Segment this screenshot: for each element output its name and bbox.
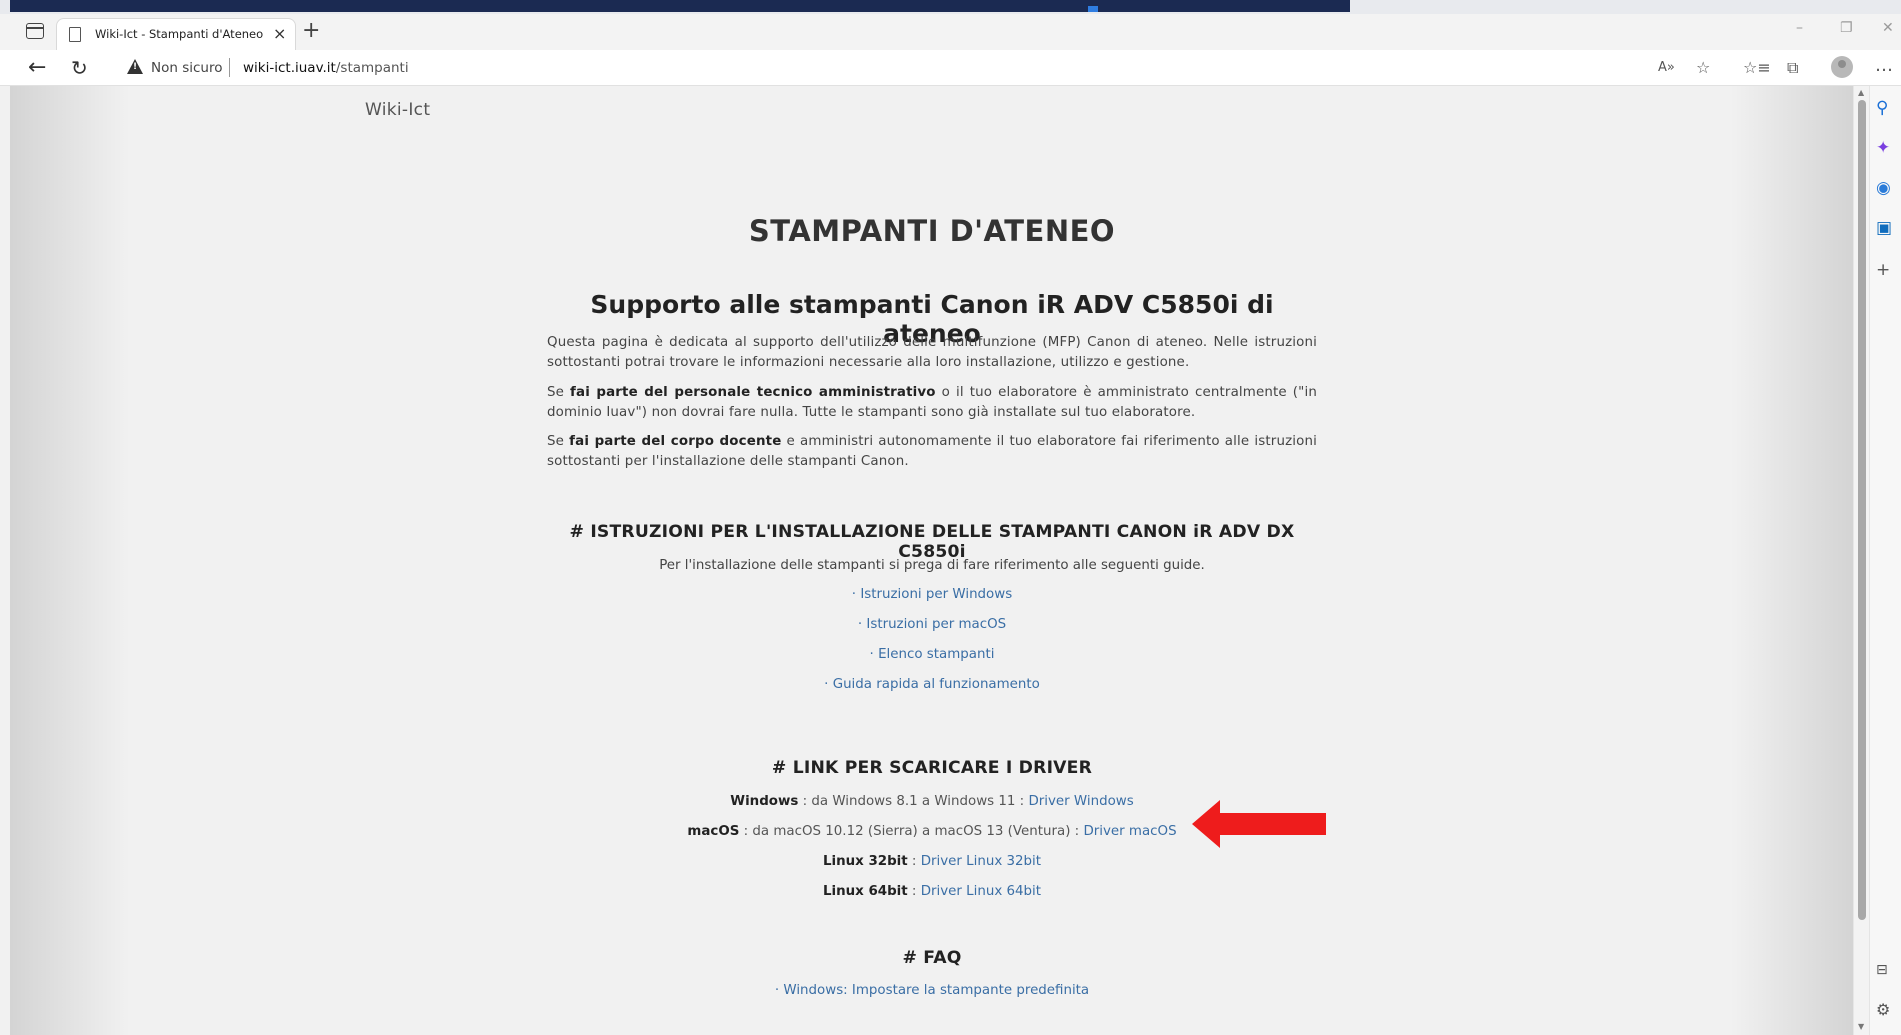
minimize-icon[interactable]: –	[1796, 20, 1803, 36]
scroll-up-icon[interactable]: ▲	[1858, 88, 1864, 97]
taskbar-strip	[10, 0, 1350, 12]
refresh-icon[interactable]: ↻	[71, 56, 88, 80]
tab-active[interactable]: Wiki-Ict - Stampanti d'Ateneo ×	[56, 18, 296, 50]
url-field[interactable]: wiki-ict.iuav.it/stampanti	[243, 60, 409, 76]
scroll-thumb[interactable]	[1858, 100, 1866, 920]
top-strip	[0, 0, 1901, 14]
driver-row-linux64: Linux 64bit : Driver Linux 64bit	[547, 884, 1317, 899]
red-arrow-annotation	[1192, 800, 1326, 848]
driver-macos-link[interactable]: Driver macOS	[1083, 824, 1176, 839]
p3-bold: fai parte del corpo docente	[569, 434, 782, 449]
driver-os-label: Linux 64bit	[822, 884, 908, 899]
driver-row-linux32: Linux 32bit : Driver Linux 32bit	[547, 854, 1317, 869]
faq-section-title: # FAQ	[902, 948, 962, 968]
collections-icon[interactable]: ⧉	[1787, 58, 1798, 78]
profile-icon[interactable]	[1831, 56, 1853, 78]
p2-prefix: Se	[547, 385, 571, 400]
close-window-icon[interactable]: ✕	[1882, 20, 1894, 36]
page-viewport: Wiki-Ict STAMPANTI D'ATENEO Supporto all…	[10, 86, 1853, 1035]
add-icon[interactable]: +	[1876, 260, 1890, 280]
driver-linux32-link[interactable]: Driver Linux 32bit	[921, 854, 1041, 869]
bullet: ·	[824, 677, 829, 692]
more-icon[interactable]: …	[1875, 55, 1893, 76]
bullet: ·	[851, 587, 857, 602]
install-link-item: · Istruzioni per Windows	[547, 587, 1317, 602]
printer-list-link[interactable]: Elenco stampanti	[878, 647, 994, 662]
driver-linux64-link[interactable]: Driver Linux 64bit	[921, 884, 1041, 899]
quick-guide-link[interactable]: Guida rapida al funzionamento	[833, 677, 1040, 692]
read-aloud-icon[interactable]: A»	[1658, 60, 1675, 75]
page-icon	[69, 27, 81, 42]
office-icon[interactable]: ◉	[1876, 178, 1891, 198]
faq-default-printer-link[interactable]: Windows: Impostare la stampante predefin…	[783, 983, 1089, 998]
not-secure-label[interactable]: Non sicuro	[151, 60, 222, 76]
site-logo[interactable]: Wiki-Ict	[365, 100, 430, 120]
close-tab-icon[interactable]: ×	[273, 24, 286, 43]
windows-instructions-link[interactable]: Istruzioni per Windows	[860, 587, 1012, 602]
address-bar-row: ← ↻ Non sicuro wiki-ict.iuav.it/stampant…	[0, 50, 1901, 86]
copilot-icon[interactable]: ✦	[1876, 138, 1890, 158]
new-tab-icon[interactable]: +	[302, 18, 320, 43]
tab-title: Wiki-Ict - Stampanti d'Ateneo	[95, 27, 264, 41]
restore-icon[interactable]: ❐	[1840, 20, 1853, 36]
install-section-text: Per l'installazione delle stampanti si p…	[659, 558, 1205, 573]
edge-sidebar: ⚲ ✦ ◉ ▣ + ⊟ ⚙	[1869, 86, 1901, 1035]
install-section-title: # ISTRUZIONI PER L'INSTALLAZIONE DELLE S…	[569, 522, 1295, 562]
bullet: ·	[857, 617, 863, 632]
warning-icon[interactable]	[127, 59, 143, 74]
intro-paragraph-3: Se fai parte del corpo docente e amminis…	[547, 432, 1317, 472]
back-icon[interactable]: ←	[28, 55, 46, 80]
driver-os-desc: :	[907, 854, 921, 869]
page-title: STAMPANTI D'ATENEO	[748, 214, 1116, 248]
bullet: ·	[869, 647, 874, 662]
settings-icon[interactable]: ⚙	[1876, 1000, 1890, 1019]
install-link-item: · Guida rapida al funzionamento	[547, 677, 1317, 692]
scroll-down-icon[interactable]: ▼	[1858, 1022, 1864, 1031]
tab-bar: Wiki-Ict - Stampanti d'Ateneo × + – ❐ ✕	[0, 14, 1901, 50]
bullet: ·	[774, 983, 780, 998]
tab-actions-icon[interactable]	[26, 23, 44, 39]
arrow-shape	[1192, 800, 1326, 848]
faq-link-item: · Windows: Impostare la stampante predef…	[547, 983, 1317, 998]
address-separator	[229, 58, 230, 77]
url-host: wiki-ict.iuav.it	[243, 60, 336, 76]
page-scrollbar[interactable]: ▲ ▼	[1853, 86, 1869, 1035]
macos-instructions-link[interactable]: Istruzioni per macOS	[866, 617, 1006, 632]
driver-os-label: Linux 32bit	[822, 854, 908, 869]
search-icon[interactable]: ⚲	[1876, 98, 1888, 118]
install-link-item: · Istruzioni per macOS	[547, 617, 1317, 632]
url-path: /stampanti	[335, 60, 409, 76]
driver-section-title: # LINK PER SCARICARE I DRIVER	[771, 758, 1093, 778]
p3-prefix: Se	[547, 434, 570, 449]
driver-os-desc: : da Windows 8.1 a Windows 11 :	[798, 794, 1029, 809]
driver-os-label: Windows	[730, 794, 799, 809]
strip-highlight	[1088, 6, 1098, 12]
p2-bold: fai parte del personale tecnico amminist…	[570, 385, 936, 400]
driver-windows-link[interactable]: Driver Windows	[1028, 794, 1133, 809]
driver-os-label: macOS	[687, 824, 740, 839]
install-link-item: · Elenco stampanti	[547, 647, 1317, 662]
intro-paragraph-1: Questa pagina è dedicata al supporto del…	[547, 335, 1317, 370]
driver-os-desc: : da macOS 10.12 (Sierra) a macOS 13 (Ve…	[739, 824, 1084, 839]
favorites-icon[interactable]: ☆≡	[1743, 58, 1771, 77]
intro-paragraph-2: Se fai parte del personale tecnico ammin…	[547, 383, 1317, 423]
outlook-icon[interactable]: ▣	[1876, 218, 1892, 238]
split-screen-icon[interactable]: ⊟	[1876, 962, 1888, 978]
favorite-add-icon[interactable]: ☆	[1696, 58, 1710, 77]
browser-window: Wiki-Ict - Stampanti d'Ateneo × + – ❐ ✕ …	[0, 0, 1901, 1035]
driver-os-desc: :	[907, 884, 921, 899]
